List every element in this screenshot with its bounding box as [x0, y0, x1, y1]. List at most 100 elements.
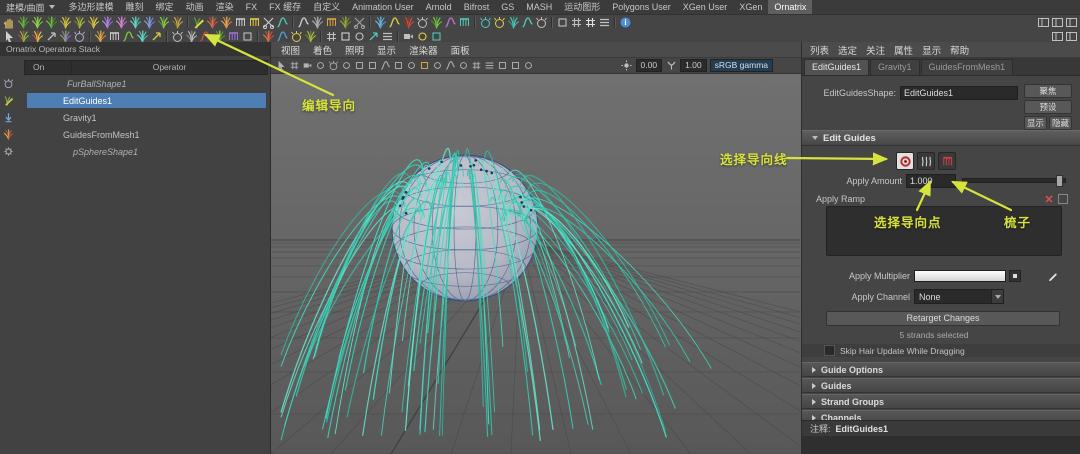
vp-fog-icon[interactable]	[405, 60, 417, 72]
grass-shelf-icon[interactable]	[311, 15, 324, 29]
comb-shelf-icon[interactable]	[227, 30, 240, 43]
grass-shelf-icon[interactable]	[73, 15, 86, 29]
scissors-shelf-icon[interactable]	[353, 16, 366, 29]
menu-tab[interactable]: XGen User	[677, 0, 734, 14]
select-strands-brush-icon[interactable]	[917, 152, 935, 170]
grass-shelf-icon[interactable]	[129, 15, 142, 29]
viewport-menu-item[interactable]: 照明	[345, 43, 364, 57]
hairball-shelf-icon[interactable]	[493, 16, 506, 29]
layout-icon[interactable]	[1065, 16, 1078, 29]
retarget-changes-button[interactable]: Retarget Changes	[826, 311, 1060, 326]
collapsed-section-header-2[interactable]: Strand Groups	[802, 394, 1080, 409]
select-hand-icon[interactable]	[3, 16, 16, 29]
curve-shelf-icon[interactable]	[199, 30, 212, 43]
viewport-menu-item[interactable]: 显示	[377, 43, 396, 57]
viewport-menu-item[interactable]: 着色	[313, 43, 332, 57]
sphere-shelf-icon[interactable]	[290, 30, 303, 43]
vp-shading-icon[interactable]	[327, 60, 339, 72]
curve-shelf-icon[interactable]	[388, 16, 401, 29]
attribute-menu-item[interactable]: 选定	[838, 43, 857, 57]
grass-shelf-icon[interactable]	[507, 15, 520, 29]
grass-shelf-icon[interactable]	[31, 15, 44, 29]
circle-shelf-icon[interactable]	[353, 30, 366, 43]
arrow-shelf-icon[interactable]	[367, 30, 380, 43]
grass-shelf-icon[interactable]	[17, 15, 30, 29]
grass-shelf-icon[interactable]	[262, 29, 275, 43]
collapsed-section-header-0[interactable]: Guide Options	[802, 362, 1080, 377]
vp-isolate-icon[interactable]	[392, 60, 404, 72]
grass-shelf-icon[interactable]	[94, 29, 107, 43]
menu-tab[interactable]: FX 缓存	[263, 0, 307, 14]
grass-shelf-icon[interactable]	[87, 15, 100, 29]
grass-shelf-icon[interactable]	[143, 15, 156, 29]
edit-guides-shelf-icon[interactable]	[192, 16, 205, 29]
scissors-shelf-icon[interactable]	[262, 16, 275, 29]
vp-resolution-icon[interactable]	[483, 60, 495, 72]
menu-tab[interactable]: Animation User	[346, 0, 420, 14]
menu-tab[interactable]: FX	[240, 0, 264, 14]
curve-shelf-icon[interactable]	[521, 16, 534, 29]
grass-shelf-icon[interactable]	[206, 15, 219, 29]
box-shelf-icon[interactable]	[556, 16, 569, 29]
exposure-icon[interactable]	[621, 60, 633, 72]
presets-button[interactable]: 预设	[1024, 100, 1072, 114]
comb-shelf-icon[interactable]	[458, 16, 471, 29]
hairball-shelf-icon[interactable]	[479, 16, 492, 29]
vp-motionblur-icon[interactable]	[444, 60, 456, 72]
viewport-menu-item[interactable]: 面板	[451, 43, 470, 57]
vp-gate-icon[interactable]	[496, 60, 508, 72]
grass-shelf-icon[interactable]	[185, 29, 198, 43]
viewport-menu-item[interactable]: 视图	[281, 43, 300, 57]
vp-dof-icon[interactable]	[457, 60, 469, 72]
comb-shelf-icon[interactable]	[234, 16, 247, 29]
grass-shelf-icon[interactable]	[430, 15, 443, 29]
multiplier-swatch-button[interactable]	[1009, 270, 1021, 282]
apply-amount-field[interactable]: 1.000	[906, 173, 956, 188]
hairball-shelf-icon[interactable]	[416, 16, 429, 29]
grass-shelf-icon[interactable]	[59, 15, 72, 29]
grass-shelf-icon[interactable]	[171, 15, 184, 29]
vp-ao-icon[interactable]	[431, 60, 443, 72]
column-header-operator[interactable]: Operator	[72, 61, 267, 74]
hairball-shelf-icon[interactable]	[535, 16, 548, 29]
curve-shelf-icon[interactable]	[276, 16, 289, 29]
curve-shelf-icon[interactable]	[444, 16, 457, 29]
select-guides-brush-icon[interactable]	[896, 152, 914, 170]
vp-wireframe-icon[interactable]	[340, 60, 352, 72]
delete-ramp-icon[interactable]	[1044, 194, 1054, 204]
vp-curve-icon[interactable]	[379, 60, 391, 72]
menu-tab[interactable]: 运动图形	[558, 0, 606, 14]
operator-row[interactable]: EditGuides1	[0, 92, 268, 109]
menu-tab[interactable]: Polygons User	[606, 0, 677, 14]
grass-shelf-icon[interactable]	[339, 15, 352, 29]
vp-texture-icon[interactable]	[353, 60, 365, 72]
paint-pen-icon[interactable]	[1047, 270, 1059, 282]
arrow-shelf-icon[interactable]	[45, 30, 58, 43]
operator-row[interactable]: FurBallShape1	[0, 75, 268, 92]
grass-shelf-icon[interactable]	[374, 15, 387, 29]
apply-channel-dropdown[interactable]: None	[914, 289, 1004, 304]
grid-shelf-icon[interactable]	[570, 16, 583, 29]
layout-icon[interactable]	[1037, 16, 1050, 29]
vp-aa-icon[interactable]	[418, 60, 430, 72]
vp-camera-icon[interactable]	[301, 60, 313, 72]
circle-shelf-icon[interactable]	[416, 30, 429, 43]
arrow-shelf-icon[interactable]	[150, 30, 163, 43]
grass-shelf-icon[interactable]	[31, 29, 44, 43]
curve-shelf-icon[interactable]	[122, 30, 135, 43]
viewport-menu-item[interactable]: 渲染器	[409, 43, 438, 57]
grass-shelf-icon[interactable]	[402, 15, 415, 29]
camera-shelf-icon[interactable]	[402, 30, 415, 43]
show-button[interactable]: 显示	[1024, 116, 1047, 130]
edit-guides-section-header[interactable]: Edit Guides	[802, 130, 1080, 146]
menu-tab[interactable]: 多边形建模	[63, 0, 120, 14]
attribute-menu-item[interactable]: 属性	[894, 43, 913, 57]
box-shelf-icon[interactable]	[339, 30, 352, 43]
grid-shelf-icon[interactable]	[584, 16, 597, 29]
vp-select-icon[interactable]	[275, 60, 287, 72]
gamma-value[interactable]: 1.00	[680, 59, 707, 72]
comb-shelf-icon[interactable]	[325, 16, 338, 29]
grass-shelf-icon[interactable]	[213, 29, 226, 43]
skip-hair-update-checkbox[interactable]	[824, 345, 835, 356]
hide-button[interactable]: 隐藏	[1049, 116, 1072, 130]
